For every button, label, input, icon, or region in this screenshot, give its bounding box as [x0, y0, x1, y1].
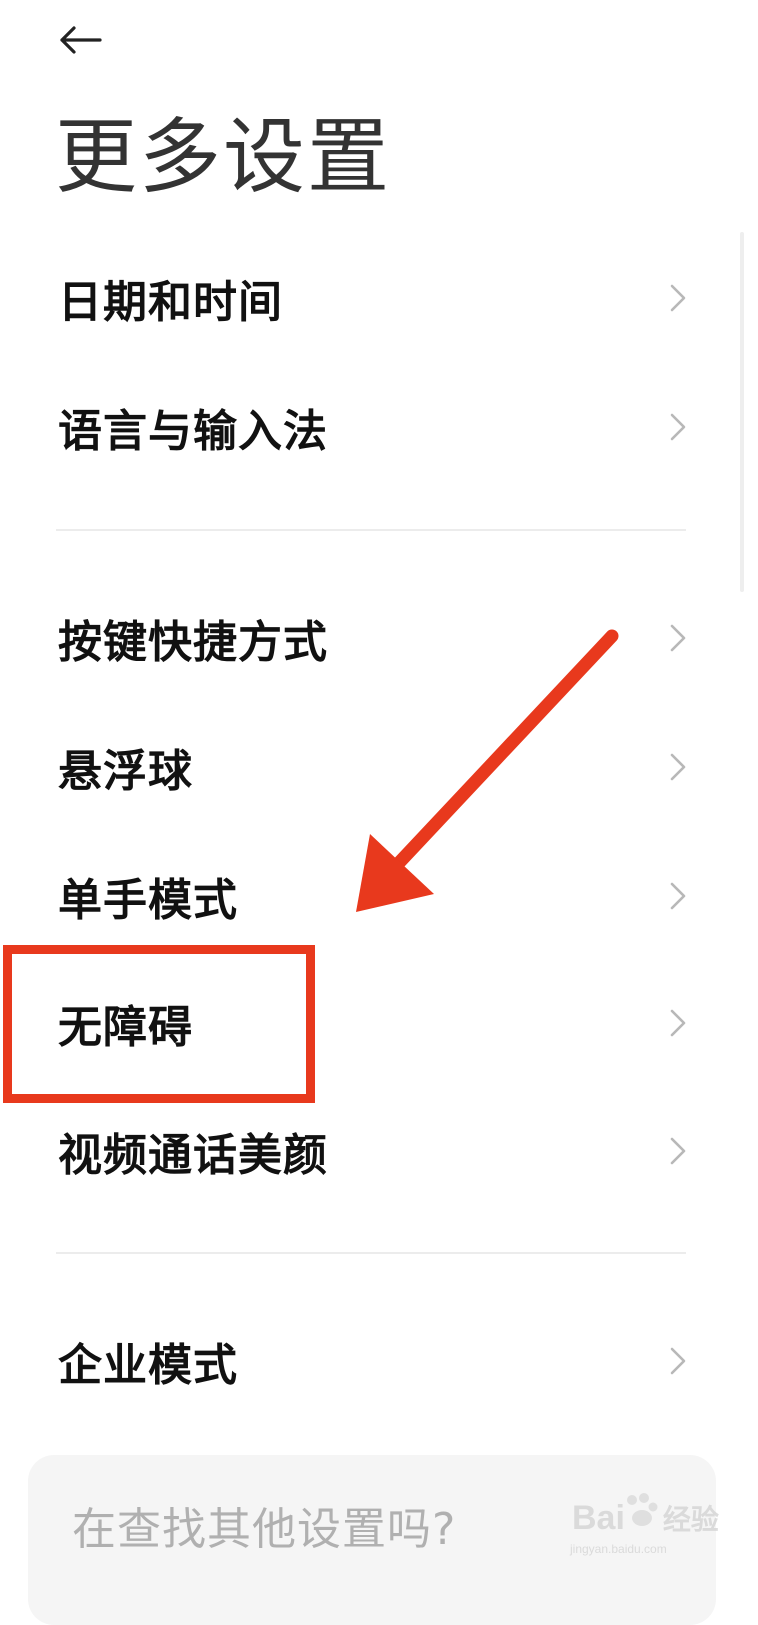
back-button[interactable] — [50, 12, 110, 68]
settings-item-floating-ball[interactable]: 悬浮球 — [0, 702, 758, 832]
chevron-right-icon — [664, 1344, 692, 1378]
settings-item-label: 按键快捷方式 — [58, 617, 328, 668]
settings-item-key-shortcuts[interactable]: 按键快捷方式 — [0, 573, 758, 703]
arrow-left-icon — [60, 26, 102, 54]
search-prompt: 在查找其他设置吗? — [72, 1504, 457, 1555]
settings-item-date-time[interactable]: 日期和时间 — [0, 233, 758, 363]
settings-item-one-handed-mode[interactable]: 单手模式 — [0, 831, 758, 961]
chevron-right-icon — [664, 621, 692, 655]
chevron-right-icon — [664, 281, 692, 315]
chevron-right-icon — [664, 879, 692, 913]
settings-item-label: 单手模式 — [58, 875, 238, 926]
settings-item-label: 悬浮球 — [58, 746, 193, 797]
chevron-right-icon — [664, 410, 692, 444]
settings-item-enterprise-mode[interactable]: 企业模式 — [0, 1296, 758, 1426]
settings-item-label: 语言与输入法 — [58, 406, 328, 457]
section-divider — [56, 529, 686, 531]
settings-item-video-call-beauty[interactable]: 视频通话美颜 — [0, 1086, 758, 1216]
section-divider — [56, 1252, 686, 1254]
settings-item-label: 无障碍 — [58, 1002, 193, 1053]
settings-item-label: 视频通话美颜 — [58, 1130, 328, 1181]
page-title: 更多设置 — [55, 110, 392, 205]
chevron-right-icon — [664, 750, 692, 784]
settings-item-label: 企业模式 — [58, 1340, 238, 1391]
chevron-right-icon — [664, 1134, 692, 1168]
settings-item-accessibility[interactable]: 无障碍 — [0, 958, 758, 1088]
settings-item-label: 日期和时间 — [58, 277, 283, 328]
settings-item-language-input[interactable]: 语言与输入法 — [0, 362, 758, 492]
chevron-right-icon — [664, 1006, 692, 1040]
